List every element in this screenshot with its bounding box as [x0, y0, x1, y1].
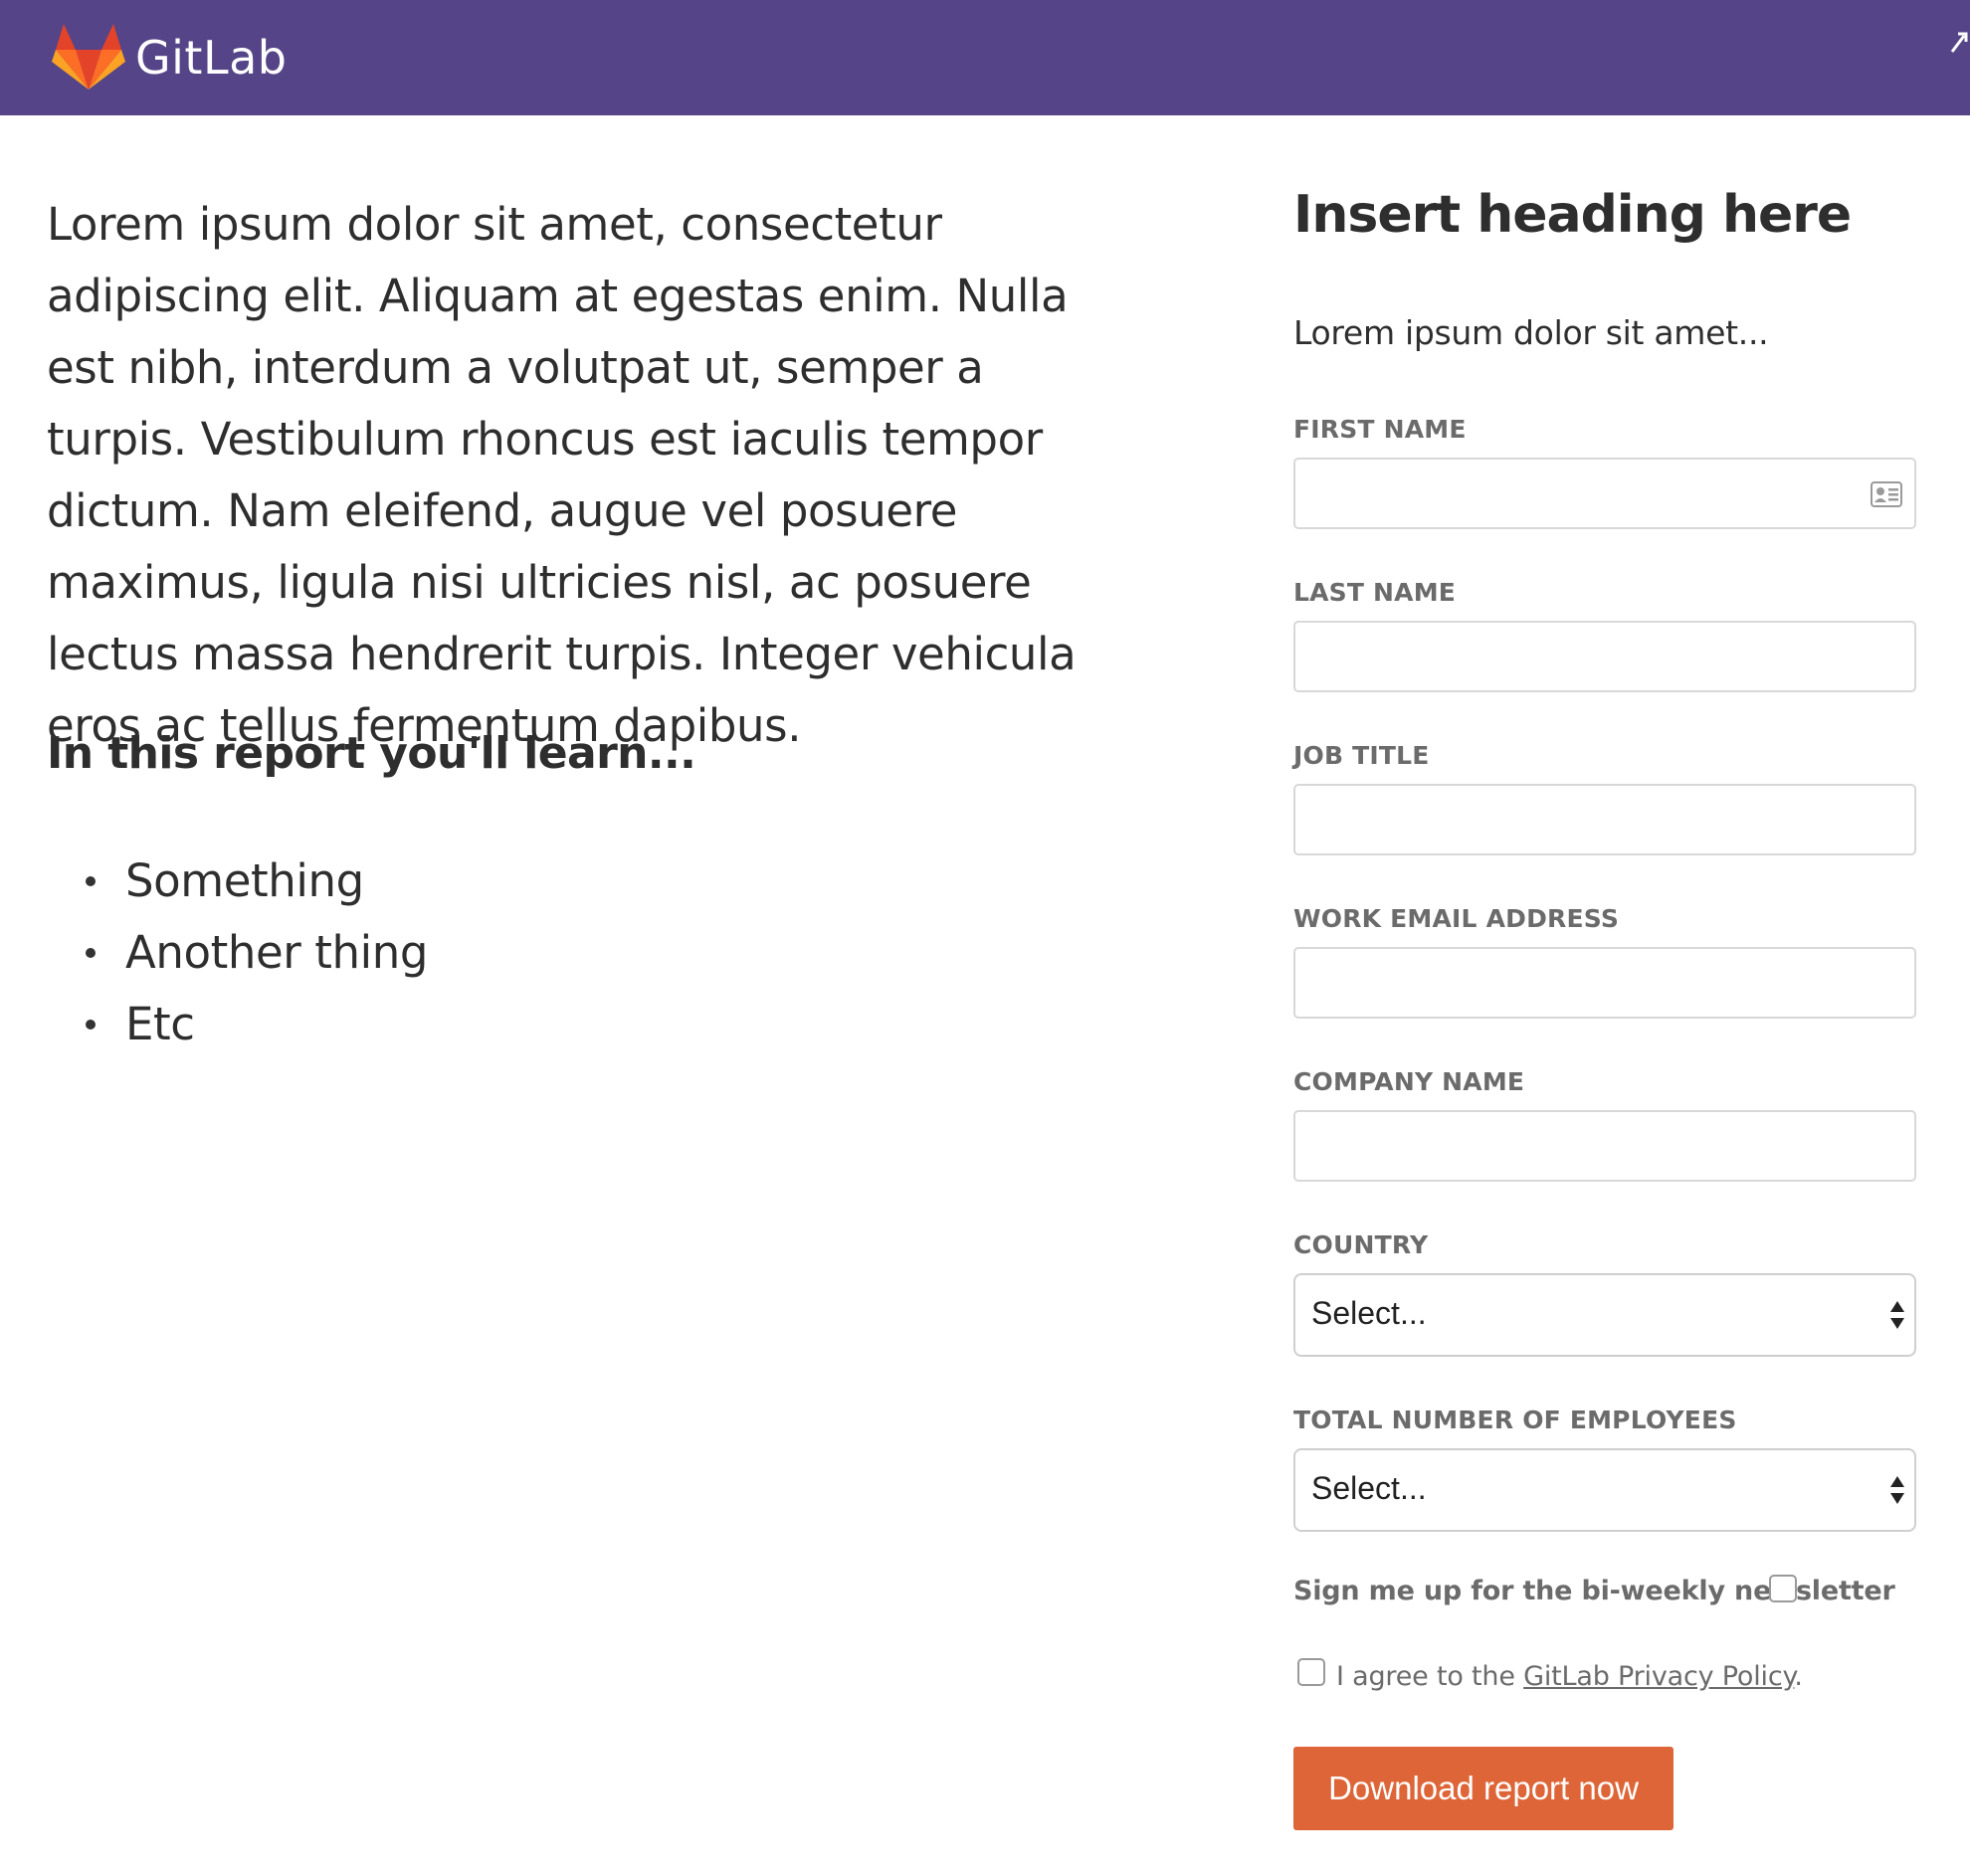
list-item-label: Etc — [125, 998, 195, 1050]
list-item-label: Another thing — [125, 926, 429, 979]
employees-select[interactable]: Select... — [1293, 1448, 1916, 1532]
list-item: Etc — [86, 989, 428, 1060]
select-arrows-icon — [1890, 1301, 1904, 1329]
first-name-label: FIRST NAME — [1293, 415, 1467, 444]
company-name-field[interactable] — [1293, 1110, 1916, 1182]
privacy-suffix: . — [1794, 1661, 1803, 1692]
expand-icon[interactable] — [1948, 28, 1970, 56]
privacy-text: I agree to the GitLab Privacy Policy. — [1336, 1661, 1803, 1692]
list-item: Something — [86, 845, 428, 917]
newsletter-label: Sign me up for the bi-weekly newsletter — [1293, 1576, 1895, 1606]
learn-list: Something Another thing Etc — [86, 845, 428, 1060]
country-select-value: Select... — [1311, 1295, 1427, 1331]
employees-label: TOTAL NUMBER OF EMPLOYEES — [1293, 1406, 1737, 1434]
privacy-checkbox[interactable] — [1297, 1658, 1325, 1686]
top-bar: GitLab — [0, 0, 1970, 115]
bullet-icon — [86, 876, 96, 886]
work-email-label: WORK EMAIL ADDRESS — [1293, 904, 1620, 933]
bullet-icon — [86, 948, 96, 958]
bullet-icon — [86, 1020, 96, 1030]
list-item-label: Something — [125, 854, 364, 907]
form-subheading: Lorem ipsum dolor sit amet... — [1293, 313, 1769, 352]
privacy-prefix: I agree to the — [1336, 1661, 1524, 1692]
job-title-field[interactable] — [1293, 784, 1916, 855]
country-select[interactable]: Select... — [1293, 1273, 1916, 1357]
company-name-label: COMPANY NAME — [1293, 1067, 1525, 1096]
employees-select-value: Select... — [1311, 1470, 1427, 1506]
list-item: Another thing — [86, 917, 428, 989]
last-name-field[interactable] — [1293, 621, 1916, 692]
select-arrows-icon — [1890, 1476, 1904, 1504]
learn-heading: In this report you'll learn... — [47, 728, 696, 779]
job-title-label: JOB TITLE — [1293, 741, 1430, 770]
first-name-field[interactable] — [1293, 458, 1916, 529]
intro-paragraph: Lorem ipsum dolor sit amet, consectetur … — [47, 198, 1077, 752]
gitlab-logo-icon[interactable] — [52, 22, 125, 92]
contact-card-icon[interactable] — [1871, 481, 1902, 507]
brand-name[interactable]: GitLab — [135, 28, 287, 88]
country-label: COUNTRY — [1293, 1230, 1429, 1259]
newsletter-checkbox[interactable] — [1769, 1575, 1797, 1602]
download-report-button[interactable]: Download report now — [1293, 1747, 1674, 1830]
last-name-label: LAST NAME — [1293, 578, 1457, 607]
privacy-policy-link[interactable]: GitLab Privacy Policy — [1523, 1661, 1794, 1692]
form-heading: Insert heading here — [1293, 185, 1852, 245]
work-email-field[interactable] — [1293, 947, 1916, 1019]
